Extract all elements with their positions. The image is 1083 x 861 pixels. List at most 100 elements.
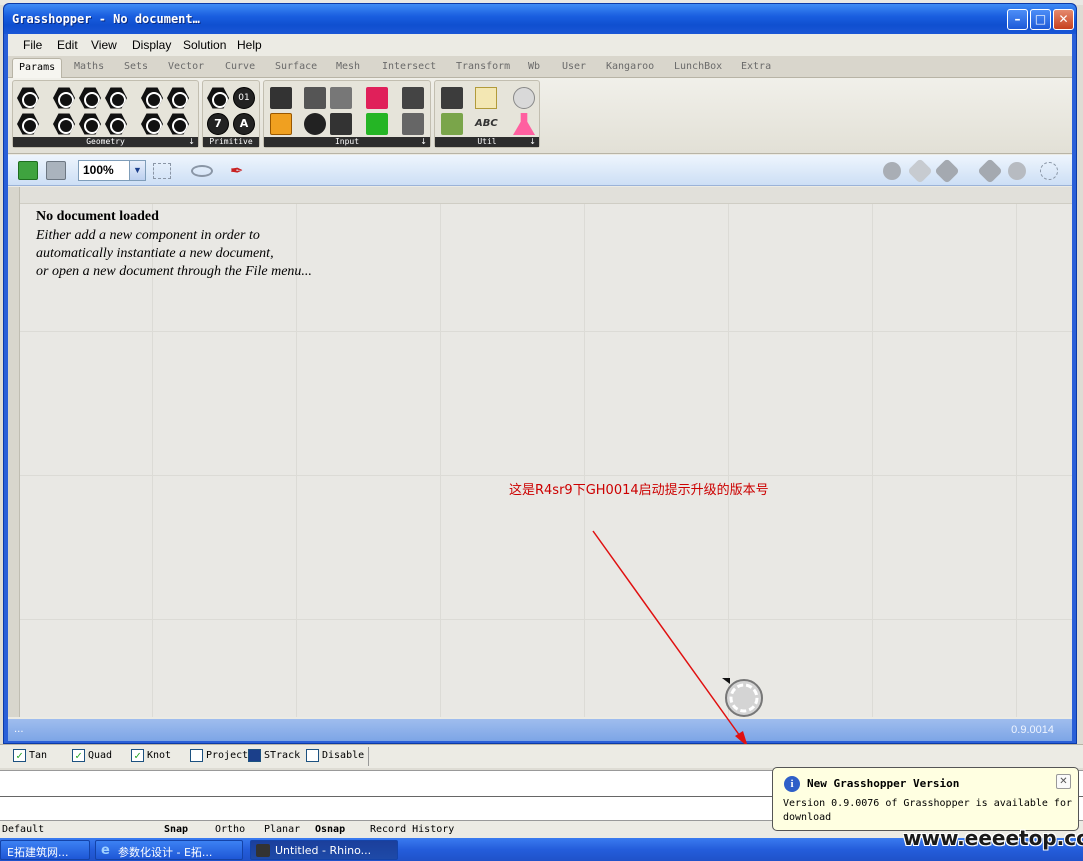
layer-default[interactable]: Default [2,824,44,835]
chevron-down-icon[interactable]: ▼ [129,161,145,180]
integer-param-icon[interactable]: 01 [233,87,255,109]
menu-view[interactable]: View [91,38,117,52]
record-history-toggle[interactable]: Record History [370,824,454,835]
checkbox-checked-icon[interactable]: ✓ [72,749,85,762]
ortho-toggle[interactable]: Ortho [215,824,245,835]
save-file-icon[interactable] [46,161,66,180]
mesh-quality-icon[interactable] [1040,162,1058,180]
taskbar-item-rhino[interactable]: Untitled - Rhino... [250,840,398,860]
data-dam-icon[interactable] [513,87,535,109]
preview-mode-icon[interactable] [883,162,901,180]
expand-arrow-icon[interactable]: ↓ [188,137,195,147]
grasshopper-canvas[interactable]: No document loaded Either add a new comp… [8,187,1072,717]
checkbox-checked-icon[interactable]: ✓ [131,749,144,762]
update-notification-balloon[interactable]: i New Grasshopper Version ✕ Version 0.9.… [772,767,1079,831]
osnap-knot[interactable]: ✓ Knot [131,749,171,762]
title-bar[interactable]: Grasshopper - No document… – □ ✕ [4,4,1076,34]
preview-selected-icon[interactable] [977,158,1003,184]
tab-kangaroo[interactable]: Kangaroo [606,61,654,72]
import-icon[interactable] [270,87,292,109]
expand-arrow-icon[interactable]: ↓ [529,137,536,147]
panel-icon[interactable] [402,113,424,135]
menu-solution[interactable]: Solution [183,38,226,52]
line-param-icon[interactable] [53,113,75,135]
tab-params[interactable]: Params [12,58,63,79]
button-icon[interactable] [304,87,326,109]
maximize-button[interactable]: □ [1030,9,1051,30]
tab-sets[interactable]: Sets [124,61,148,72]
text-param-icon[interactable]: A [233,113,255,135]
digit-scroller-icon[interactable] [330,87,352,109]
zoom-extents-icon[interactable] [153,163,171,179]
value-list-icon[interactable] [330,113,352,135]
cluster-icon[interactable] [441,87,463,109]
number-param-icon[interactable]: 7 [207,113,229,135]
curve-param-icon[interactable] [79,87,101,109]
number-slider-icon[interactable] [402,87,424,109]
osnap-toggle[interactable]: Osnap [315,824,345,835]
checkbox-empty-icon[interactable] [190,749,203,762]
rhino-icon [256,844,270,857]
geometry-param-icon[interactable] [17,87,39,109]
gradient-icon[interactable] [366,87,388,109]
transform-param-icon[interactable] [141,113,163,135]
mesh-param-icon[interactable] [141,87,163,109]
tab-intersect[interactable]: Intersect [382,61,436,72]
tab-user[interactable]: User [562,61,586,72]
osnap-tan[interactable]: ✓ Tan [13,749,47,762]
checkbox-checked-icon[interactable]: ✓ [13,749,26,762]
jump-icon[interactable] [441,113,463,135]
menu-file[interactable]: File [23,38,42,52]
close-icon[interactable]: ✕ [1056,774,1071,789]
plane-param-icon[interactable] [79,113,101,135]
matrix-icon[interactable] [366,113,388,135]
menu-edit[interactable]: Edit [57,38,78,52]
tab-extra[interactable]: Extra [741,61,771,72]
point-param-icon[interactable] [105,113,127,135]
tab-maths[interactable]: Maths [74,61,104,72]
menu-display[interactable]: Display [132,38,171,52]
surface-param-icon[interactable] [105,87,127,109]
expand-arrow-icon[interactable]: ↓ [420,137,427,147]
field-param-icon[interactable] [167,87,189,109]
tab-lunchbox[interactable]: LunchBox [674,61,722,72]
sketch-pen-icon[interactable]: ✒ [230,162,248,180]
document-preview-icon[interactable] [1008,162,1026,180]
close-button[interactable]: ✕ [1053,9,1074,30]
scribble-icon[interactable] [475,87,497,109]
checkbox-focused-icon[interactable] [248,749,261,762]
taskbar-item-browser[interactable]: e 参数化设计 - E拓... [95,840,243,860]
osnap-strack[interactable]: STrack [248,749,300,762]
osnap-project[interactable]: Project [190,749,248,762]
zoom-value: 100% [83,163,114,177]
osnap-disable[interactable]: Disable [306,749,364,762]
component-tab-bar: Params Maths Sets Vector Curve Surface M… [8,56,1072,79]
vector-param-icon[interactable] [167,113,189,135]
open-file-icon[interactable] [18,161,38,180]
grasshopper-window: Grasshopper - No document… – □ ✕ File Ed… [3,3,1077,744]
text-tag-icon[interactable]: ABC [475,113,498,135]
flask-icon[interactable] [513,113,535,135]
circle-param-icon[interactable] [53,87,75,109]
tab-transform[interactable]: Transform [456,61,510,72]
group-param-icon[interactable] [17,113,39,135]
preview-shaded-icon[interactable] [934,158,960,184]
tab-vector[interactable]: Vector [168,61,204,72]
graph-mapper-icon[interactable] [270,113,292,135]
menu-help[interactable]: Help [237,38,262,52]
checkbox-empty-icon[interactable] [306,749,319,762]
tab-wb[interactable]: Wb [528,61,540,72]
taskbar-item-eeeetop[interactable]: E拓建筑网... [0,840,90,860]
preview-eye-icon[interactable] [191,165,213,177]
minimize-button[interactable]: – [1007,9,1028,30]
osnap-quad[interactable]: ✓ Quad [72,749,112,762]
preview-wireframe-icon[interactable] [907,158,933,184]
tab-mesh[interactable]: Mesh [336,61,360,72]
tab-surface[interactable]: Surface [275,61,317,72]
toggle-icon[interactable] [304,113,326,135]
boolean-param-icon[interactable] [207,87,229,109]
tab-curve[interactable]: Curve [225,61,255,72]
planar-toggle[interactable]: Planar [264,824,300,835]
zoom-select[interactable]: 100% ▼ [78,160,146,181]
snap-toggle[interactable]: Snap [164,824,188,835]
